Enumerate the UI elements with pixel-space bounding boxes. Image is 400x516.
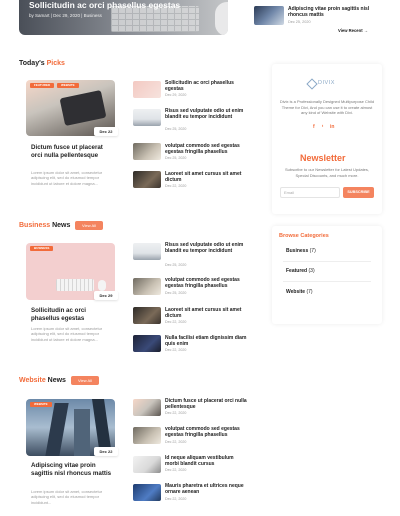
section-title-website-news: Website News: [19, 377, 66, 384]
post-date: Dec 25, 2020: [165, 263, 187, 267]
linkedin-icon[interactable]: in: [330, 124, 334, 130]
badge-website[interactable]: WEBSITE: [30, 402, 52, 407]
twitter-icon[interactable]: ᵗ: [322, 124, 323, 130]
post-thumbnail[interactable]: [133, 427, 161, 444]
post-thumbnail[interactable]: [133, 143, 161, 160]
post-thumbnail[interactable]: [133, 243, 161, 260]
category-name: Website: [286, 289, 306, 295]
post-thumbnail[interactable]: [133, 109, 161, 126]
post-title[interactable]: volutpat commodo sed egestas egestas fri…: [165, 426, 247, 438]
post-date: Dec 25, 2020: [165, 156, 187, 160]
recent-post-date: Dec 25, 2020: [288, 20, 311, 24]
featured-post-title[interactable]: Dictum fusce ut placerat orci nulla pell…: [31, 144, 113, 159]
badge-featured[interactable]: FEATURED: [30, 83, 55, 88]
building-image: [74, 409, 90, 456]
badge-business[interactable]: BUSINESS: [30, 246, 54, 251]
recent-post-thumbnail[interactable]: [254, 6, 284, 25]
divider: [283, 261, 371, 262]
building-image: [45, 403, 69, 456]
tablet-image: [59, 89, 107, 127]
post-title[interactable]: Laoreet sit amet cursus sit amet dictum: [165, 307, 247, 319]
category-count: (7): [306, 289, 313, 295]
post-date: Dec 29, 2020: [165, 93, 187, 97]
post-title[interactable]: Risus sed vulputate odio ut enim blandit…: [165, 242, 247, 254]
browse-categories-title: Browse Categories: [279, 233, 329, 239]
mouse-image: [215, 2, 228, 35]
post-title[interactable]: volutpat commodo sed egestas egestas fri…: [165, 277, 247, 289]
post-thumbnail[interactable]: [133, 484, 161, 501]
email-input[interactable]: Email: [280, 187, 340, 198]
post-thumbnail[interactable]: [133, 307, 161, 324]
section-title-accent: Business: [19, 222, 51, 229]
category-count: (7): [309, 248, 316, 254]
post-thumbnail[interactable]: [133, 456, 161, 473]
recent-post-title[interactable]: Adipiscing vitae proin sagittis nisl rho…: [288, 6, 378, 18]
newsletter-text: Subscribe to our Newsletter for Latest U…: [284, 167, 370, 178]
category-name: Featured: [286, 268, 308, 274]
post-title[interactable]: Mauris pharetra et ultrices neque ornare…: [165, 483, 247, 495]
featured-post-title[interactable]: Adipiscing vitae proin sagittis nisl rho…: [31, 462, 113, 477]
keyboard-image: [56, 279, 94, 291]
category-item-website[interactable]: Website (7): [286, 289, 313, 295]
hero-post-image[interactable]: Sollicitudin ac orci phasellus egestas b…: [19, 0, 228, 35]
featured-post-excerpt: Lorem ipsum dolor sit amet, consectetur …: [31, 170, 103, 186]
post-title[interactable]: Risus sed vulputate odio ut enim blandit…: [165, 108, 247, 120]
post-title[interactable]: volutpat commodo sed egestas egestas fri…: [165, 143, 247, 155]
sidebar-categories-box: [272, 226, 382, 324]
featured-post-title[interactable]: Sollicitudin ac orci phasellus egestas: [31, 307, 113, 322]
section-title-text: News: [45, 377, 66, 384]
section-title-text: News: [50, 222, 71, 229]
hero-post-meta: by Samart | Dec 29, 2020 | Business: [29, 13, 102, 18]
view-all-website-button[interactable]: View All: [71, 376, 99, 385]
section-title-business-news: Business News: [19, 222, 70, 229]
category-name: Business: [286, 248, 309, 254]
featured-post-excerpt: Lorem ipsum dolor sit amet, consectetur …: [31, 489, 103, 505]
featured-post-excerpt: Lorem ipsum dolor sit amet, consectetur …: [31, 326, 103, 342]
post-date-pill: Dec 29: [94, 291, 118, 300]
post-date: Dec 25, 2020: [165, 291, 187, 295]
site-logo[interactable]: DIVIX: [318, 80, 335, 86]
post-thumbnail[interactable]: [133, 335, 161, 352]
view-recent-link[interactable]: View Recent →: [338, 28, 368, 33]
badge-website[interactable]: WEBSITE: [57, 83, 79, 88]
post-date: Dec 22, 2020: [165, 348, 187, 352]
post-title[interactable]: Id neque aliquam vestibulum morbi blandi…: [165, 455, 247, 467]
post-title[interactable]: Nulla facilisi etiam dignissim diam quis…: [165, 335, 247, 347]
post-date: Dec 22, 2020: [165, 411, 187, 415]
post-thumbnail[interactable]: [133, 278, 161, 295]
post-thumbnail[interactable]: [133, 399, 161, 416]
about-text: Divix is a Professionally Designed Multi…: [279, 99, 375, 116]
post-date: Dec 25, 2020: [165, 127, 187, 131]
post-date: Dec 22, 2020: [165, 468, 187, 472]
divider: [283, 281, 371, 282]
section-title-text: Today's: [19, 60, 47, 67]
view-all-business-button[interactable]: View All: [75, 221, 103, 230]
facebook-icon[interactable]: f: [313, 124, 315, 130]
post-date-pill: Dec 22: [94, 127, 118, 136]
post-thumbnail[interactable]: [133, 171, 161, 188]
post-date: Dec 22, 2020: [165, 497, 187, 501]
post-title[interactable]: Sollicitudin ac orci phasellus egestas: [165, 80, 247, 92]
post-title[interactable]: Laoreet sit amet cursus sit amet dictum: [165, 171, 247, 183]
category-item-featured[interactable]: Featured (3): [286, 268, 315, 274]
post-thumbnail[interactable]: [133, 81, 161, 98]
section-title-accent: Picks: [46, 60, 65, 67]
post-date: Dec 22, 2020: [165, 184, 187, 188]
section-title-accent: Website: [19, 377, 46, 384]
post-date-pill: Dec 22: [94, 447, 118, 456]
mouse-image: [98, 280, 106, 291]
newsletter-title: Newsletter: [300, 153, 346, 163]
post-date: Dec 22, 2020: [165, 440, 187, 444]
post-title[interactable]: Dictum fusce ut placerat orci nulla pell…: [165, 398, 247, 410]
section-title-todays-picks: Today's Picks: [19, 60, 65, 67]
hero-post-title[interactable]: Sollicitudin ac orci phasellus egestas: [29, 0, 180, 10]
category-count: (3): [308, 268, 315, 274]
post-date: Dec 22, 2020: [165, 320, 187, 324]
category-item-business[interactable]: Business (7): [286, 248, 316, 254]
subscribe-button[interactable]: SUBSCRIBE: [343, 187, 374, 198]
